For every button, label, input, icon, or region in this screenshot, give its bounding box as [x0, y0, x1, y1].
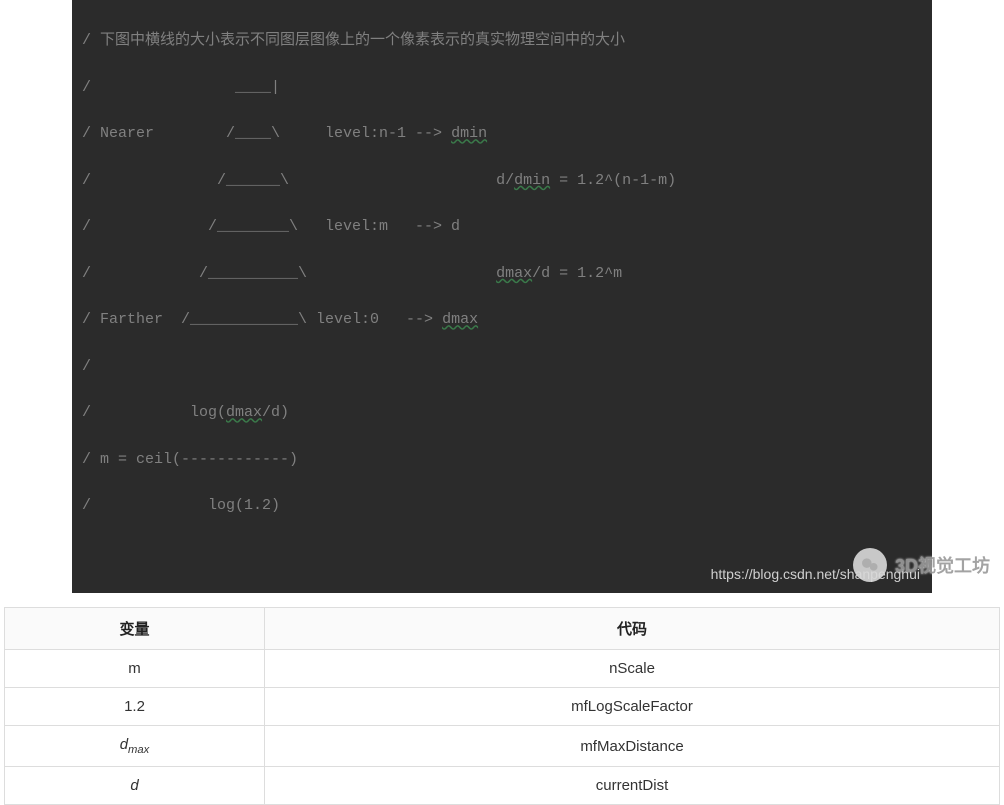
table-row: dmax mfMaxDistance — [5, 726, 1000, 767]
table-row: m nScale — [5, 650, 1000, 688]
code-line: / /________\ level:m --> d — [82, 215, 922, 238]
code-line: / /______\ d/dmin = 1.2^(n-1-m) — [82, 169, 922, 192]
table-row: 1.2 mfLogScaleFactor — [5, 688, 1000, 726]
code-line: / /__________\ dmax/d = 1.2^m — [82, 262, 922, 285]
code-cell: currentDist — [265, 767, 1000, 805]
code-line: / log(dmax/d) — [82, 401, 922, 424]
var-cell: d — [5, 767, 265, 805]
code-block: / 下图中横线的大小表示不同图层图像上的一个像素表示的真实物理空间中的大小 / … — [72, 0, 932, 593]
wechat-icon — [853, 548, 887, 582]
code-line: / ____| — [82, 76, 922, 99]
watermark-text: 3D视觉工坊 — [895, 552, 990, 578]
var-cell: 1.2 — [5, 688, 265, 726]
code-cell: mfMaxDistance — [265, 726, 1000, 767]
var-cell: m — [5, 650, 265, 688]
table-header-var: 变量 — [5, 608, 265, 650]
table-header-code: 代码 — [265, 608, 1000, 650]
code-line: / log(1.2) — [82, 494, 922, 517]
wechat-watermark: 3D视觉工坊 — [853, 548, 990, 582]
code-line: / — [82, 355, 922, 378]
variable-mapping-table: 变量 代码 m nScale 1.2 mfLogScaleFactor dmax… — [4, 607, 1000, 805]
code-cell: mfLogScaleFactor — [265, 688, 1000, 726]
code-line: / Farther /____________\ level:0 --> dma… — [82, 308, 922, 331]
code-cell: nScale — [265, 650, 1000, 688]
code-title: / 下图中横线的大小表示不同图层图像上的一个像素表示的真实物理空间中的大小 — [82, 29, 922, 52]
code-line: / m = ceil(------------) — [82, 448, 922, 471]
var-cell: dmax — [5, 726, 265, 767]
code-line: / Nearer /____\ level:n-1 --> dmin — [82, 122, 922, 145]
table-row: d currentDist — [5, 767, 1000, 805]
